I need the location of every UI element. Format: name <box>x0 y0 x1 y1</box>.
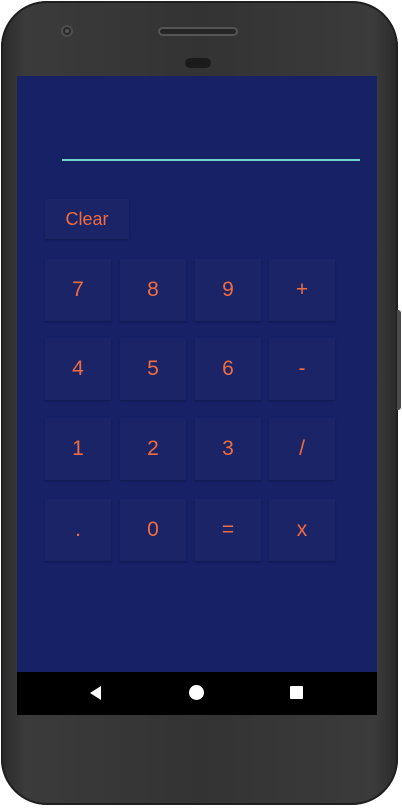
key-0[interactable]: 0 <box>120 499 186 561</box>
key-plus[interactable]: + <box>269 259 335 321</box>
app-screen: Clear 7 8 9 + 4 5 6 - 1 2 3 / . 0 = x <box>17 76 377 715</box>
power-button <box>397 310 401 410</box>
recents-square-icon[interactable] <box>290 686 303 699</box>
system-nav-bar <box>17 672 377 715</box>
back-triangle-icon[interactable] <box>90 686 101 700</box>
key-1[interactable]: 1 <box>45 418 111 480</box>
key-equals[interactable]: = <box>195 499 261 561</box>
key-decimal[interactable]: . <box>45 499 111 561</box>
calculator-display-underline[interactable] <box>62 159 360 161</box>
key-7[interactable]: 7 <box>45 259 111 321</box>
earpiece-speaker <box>158 27 238 36</box>
key-4[interactable]: 4 <box>45 338 111 400</box>
key-9[interactable]: 9 <box>195 259 261 321</box>
key-divide[interactable]: / <box>269 418 335 480</box>
key-6[interactable]: 6 <box>195 338 261 400</box>
home-circle-icon[interactable] <box>189 685 204 700</box>
key-multiply[interactable]: x <box>269 499 335 561</box>
front-camera-icon <box>61 25 73 37</box>
key-5[interactable]: 5 <box>120 338 186 400</box>
key-minus[interactable]: - <box>269 338 335 400</box>
key-8[interactable]: 8 <box>120 259 186 321</box>
proximity-sensor <box>185 58 211 68</box>
key-2[interactable]: 2 <box>120 418 186 480</box>
key-3[interactable]: 3 <box>195 418 261 480</box>
clear-button[interactable]: Clear <box>45 199 129 239</box>
